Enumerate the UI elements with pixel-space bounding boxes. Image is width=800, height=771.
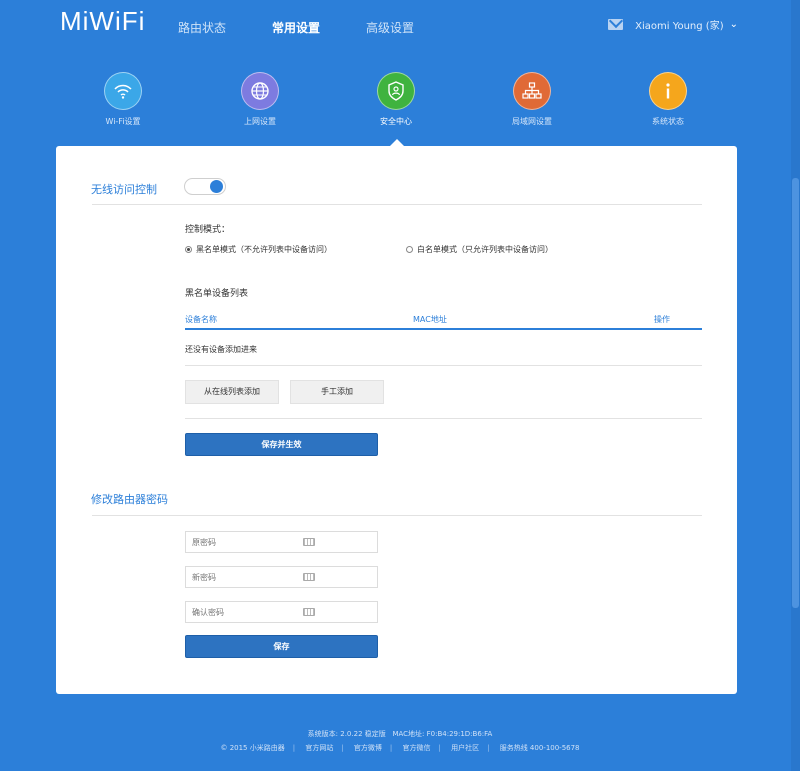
radio-whitelist-mode[interactable]: 白名单模式（只允许列表中设备访问） <box>406 244 553 255</box>
blacklist-title: 黑名单设备列表 <box>185 289 249 299</box>
link-user-community[interactable]: 用户社区 <box>451 744 479 752</box>
scrollbar-thumb[interactable] <box>792 178 799 608</box>
control-mode-label: 控制模式： <box>185 225 231 235</box>
icon-nav-label: 上网设置 <box>244 117 276 126</box>
miwifi-logo[interactable]: MiWiFi <box>60 6 145 37</box>
icon-nav-system-status[interactable]: 系统状态 <box>623 72 713 127</box>
radio-button[interactable] <box>406 246 413 253</box>
icon-nav-internet-settings[interactable]: 上网设置 <box>215 72 305 127</box>
footer-version-line: 系统版本: 2.0.22 稳定版 MAC地址: F0:B4:29:1D:B6:F… <box>0 729 800 739</box>
icon-nav-wifi-settings[interactable]: Wi-Fi设置 <box>78 72 168 127</box>
nav-advanced-settings[interactable]: 高级设置 <box>366 19 414 36</box>
divider <box>92 204 702 205</box>
icon-nav-label: 安全中心 <box>380 117 412 126</box>
divider <box>92 515 702 516</box>
chevron-down-icon[interactable]: ⌄ <box>730 19 738 30</box>
link-official-website[interactable]: 官方网站 <box>305 744 333 752</box>
wireless-access-toggle[interactable] <box>184 178 226 195</box>
divider <box>185 418 702 419</box>
old-password-input[interactable] <box>185 531 378 553</box>
icon-nav-label: Wi-Fi设置 <box>105 117 141 126</box>
section-title-password: 修改路由器密码 <box>91 493 168 506</box>
shield-icon <box>377 72 415 110</box>
icon-nav-lan-settings[interactable]: 局域网设置 <box>487 72 577 127</box>
add-from-online-list-button[interactable]: 从在线列表添加 <box>185 380 279 404</box>
globe-icon <box>241 72 279 110</box>
footer-links: © 2015 小米路由器 | 官方网站 | 官方微博 | 官方微信 | 用户社区 | 服务… <box>220 744 580 752</box>
system-version: 系统版本: 2.0.22 稳定版 <box>307 730 386 738</box>
settings-card: 无线访问控制 控制模式： 黑名单模式（不允许列表中设备访问） 白名单模式（只允许… <box>56 146 737 694</box>
save-and-apply-button[interactable]: 保存并生效 <box>185 433 378 456</box>
keyboard-icon[interactable] <box>303 608 315 616</box>
radio-blacklist-mode[interactable]: 黑名单模式（不允许列表中设备访问） <box>185 244 332 255</box>
empty-list-text: 还没有设备添加进来 <box>185 345 257 354</box>
link-official-wechat[interactable]: 官方微信 <box>403 744 431 752</box>
service-hotline: 服务热线 400-100-5678 <box>499 744 580 752</box>
top-nav: 路由状态 常用设置 高级设置 <box>178 19 460 36</box>
radio-button-checked[interactable] <box>185 246 192 253</box>
icon-nav-label: 系统状态 <box>652 117 684 126</box>
add-manually-button[interactable]: 手工添加 <box>290 380 384 404</box>
radio-label: 白名单模式（只允许列表中设备访问） <box>417 245 553 254</box>
column-header-device-name: 设备名称 <box>185 315 217 324</box>
network-icon <box>513 72 551 110</box>
icon-nav-label: 局域网设置 <box>512 117 552 126</box>
column-header-action: 操作 <box>654 315 670 324</box>
copyright: © 2015 小米路由器 <box>220 744 285 752</box>
divider <box>185 365 702 366</box>
nav-common-settings[interactable]: 常用设置 <box>272 19 320 36</box>
icon-nav-security-center[interactable]: 安全中心 <box>351 72 441 127</box>
link-official-weibo[interactable]: 官方微博 <box>354 744 382 752</box>
active-tab-pointer <box>390 139 404 146</box>
confirm-password-input[interactable] <box>185 601 378 623</box>
new-password-input[interactable] <box>185 566 378 588</box>
keyboard-icon[interactable] <box>303 573 315 581</box>
column-header-mac: MAC地址 <box>413 315 447 324</box>
keyboard-icon[interactable] <box>303 538 315 546</box>
user-name[interactable]: Xiaomi Young (家) <box>635 17 723 32</box>
radio-label: 黑名单模式（不允许列表中设备访问） <box>196 245 332 254</box>
mac-address: MAC地址: F0:B4:29:1D:B6:FA <box>392 730 493 738</box>
nav-router-status[interactable]: 路由状态 <box>178 19 226 36</box>
section-title-wireless-access: 无线访问控制 <box>91 183 157 196</box>
wifi-icon <box>104 72 142 110</box>
table-header-underline <box>185 328 702 330</box>
icon-nav: Wi-Fi设置 上网设置 安全中心 局域网设置 系统状态 <box>0 72 800 132</box>
mail-icon[interactable] <box>608 19 624 30</box>
user-menu[interactable]: Xiaomi Young (家) ⌄ <box>608 17 738 32</box>
save-password-button[interactable]: 保存 <box>185 635 378 658</box>
info-icon <box>649 72 687 110</box>
toggle-knob <box>210 180 223 193</box>
